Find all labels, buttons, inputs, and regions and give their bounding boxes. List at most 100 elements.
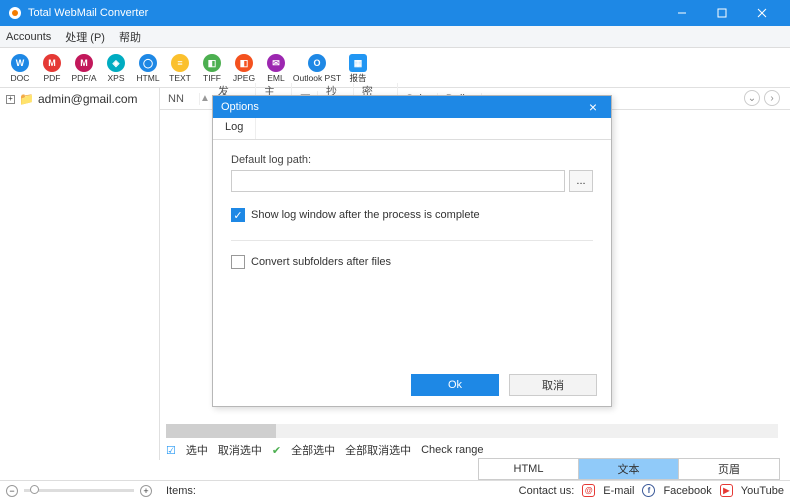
pdf-icon: M bbox=[43, 54, 61, 72]
checkrange-label[interactable]: Check range bbox=[421, 444, 483, 456]
outlookpst-icon: O bbox=[308, 54, 326, 72]
tool-tiff[interactable]: ◧TIFF bbox=[200, 54, 224, 83]
html-label: HTML bbox=[136, 73, 159, 83]
preview-tabs: HTML 文本 页眉 bbox=[478, 458, 780, 480]
eml-label: EML bbox=[267, 73, 284, 83]
maximize-button[interactable] bbox=[702, 0, 742, 26]
email-icon: @ bbox=[582, 484, 595, 497]
col-nn[interactable]: NN bbox=[160, 93, 200, 105]
check-all-icon: ✔ bbox=[272, 444, 281, 457]
tool-xps[interactable]: ◈XPS bbox=[104, 54, 128, 83]
horizontal-scrollbar[interactable] bbox=[166, 424, 778, 438]
zoom-minus-icon[interactable]: − bbox=[6, 485, 18, 497]
deselectall-label[interactable]: 全部取消选中 bbox=[345, 442, 411, 458]
dialog-body: Default log path: ... ✓ Show log window … bbox=[213, 140, 611, 301]
dialog-tab-log[interactable]: Log bbox=[213, 118, 256, 139]
eml-icon: ✉ bbox=[267, 54, 285, 72]
log-path-input[interactable] bbox=[231, 170, 565, 192]
show-log-label: Show log window after the process is com… bbox=[251, 209, 480, 221]
deselect-label[interactable]: 取消选中 bbox=[218, 442, 262, 458]
statusbar: − + Items: Contact us: @ E-mail f Facebo… bbox=[0, 480, 790, 500]
show-log-checkbox-row[interactable]: ✓ Show log window after the process is c… bbox=[231, 208, 593, 222]
youtube-link[interactable]: YouTube bbox=[741, 485, 784, 497]
convert-subfolders-row[interactable]: Convert subfolders after files bbox=[231, 255, 593, 269]
zoom-thumb[interactable] bbox=[30, 485, 39, 494]
facebook-icon: f bbox=[642, 484, 655, 497]
jpeg-label: JPEG bbox=[233, 73, 255, 83]
folder-icon: 📁 bbox=[19, 92, 34, 106]
dialog-titlebar: Options × bbox=[213, 96, 611, 118]
tool-pdf[interactable]: MPDF bbox=[40, 54, 64, 83]
doc-label: DOC bbox=[11, 73, 30, 83]
cancel-button[interactable]: 取消 bbox=[509, 374, 597, 396]
tree-account-label: admin@gmail.com bbox=[38, 92, 138, 106]
pdfa-label: PDF/A bbox=[71, 73, 96, 83]
facebook-link[interactable]: Facebook bbox=[663, 485, 711, 497]
app-icon bbox=[8, 6, 22, 20]
email-link[interactable]: E-mail bbox=[603, 485, 634, 497]
menu-help[interactable]: 帮助 bbox=[119, 29, 141, 45]
zoom-plus-icon[interactable]: + bbox=[140, 485, 152, 497]
options-dialog: Options × Log Default log path: ... ✓ Sh… bbox=[212, 95, 612, 407]
menu-process[interactable]: 处理 (P) bbox=[65, 29, 105, 45]
youtube-icon: ▶ bbox=[720, 484, 733, 497]
dialog-title: Options bbox=[221, 101, 259, 113]
dialog-close-button[interactable]: × bbox=[583, 99, 603, 115]
tool-jpeg[interactable]: ◧JPEG bbox=[232, 54, 256, 83]
ok-button[interactable]: Ok bbox=[411, 374, 499, 396]
close-button[interactable] bbox=[742, 0, 782, 26]
tiff-icon: ◧ bbox=[203, 54, 221, 72]
tree-account-row[interactable]: + 📁 admin@gmail.com bbox=[6, 92, 153, 106]
html-icon: ◯ bbox=[139, 54, 157, 72]
xps-label: XPS bbox=[107, 73, 124, 83]
app-title: Total WebMail Converter bbox=[28, 7, 662, 19]
tool-eml[interactable]: ✉EML bbox=[264, 54, 288, 83]
pdf-label: PDF bbox=[44, 73, 61, 83]
tab-header[interactable]: 页眉 bbox=[679, 459, 779, 479]
report-icon: ▦ bbox=[349, 54, 367, 72]
text-icon: ≡ bbox=[171, 54, 189, 72]
menu-accounts[interactable]: Accounts bbox=[6, 31, 51, 43]
titlebar: Total WebMail Converter bbox=[0, 0, 790, 26]
default-log-path-label: Default log path: bbox=[231, 154, 593, 166]
tool-doc[interactable]: WDOC bbox=[8, 54, 32, 83]
dialog-buttons: Ok 取消 bbox=[411, 374, 597, 396]
divider bbox=[231, 240, 593, 241]
menubar: Accounts 处理 (P) 帮助 bbox=[0, 26, 790, 48]
minimize-button[interactable] bbox=[662, 0, 702, 26]
tool-pdfa[interactable]: MPDF/A bbox=[72, 54, 96, 83]
tab-html[interactable]: HTML bbox=[479, 459, 579, 479]
zoom-slider[interactable] bbox=[24, 489, 134, 492]
jpeg-icon: ◧ bbox=[235, 54, 253, 72]
xps-icon: ◈ bbox=[107, 54, 125, 72]
tool-outlookpst[interactable]: OOutlook PST bbox=[296, 54, 338, 83]
nav-down-icon[interactable]: ⌄ bbox=[744, 90, 760, 106]
doc-icon: W bbox=[11, 54, 29, 72]
expand-icon[interactable]: + bbox=[6, 95, 15, 104]
convert-subfolders-label: Convert subfolders after files bbox=[251, 256, 391, 268]
scrollbar-thumb[interactable] bbox=[166, 424, 276, 438]
tiff-label: TIFF bbox=[203, 73, 221, 83]
check-icon: ☑ bbox=[166, 444, 176, 457]
selectall-label[interactable]: 全部选中 bbox=[291, 442, 335, 458]
browse-button[interactable]: ... bbox=[569, 170, 593, 192]
list-bottom bbox=[160, 422, 790, 440]
outlookpst-label: Outlook PST bbox=[293, 73, 341, 83]
nav-arrows: ⌄ › bbox=[744, 90, 780, 106]
tool-html[interactable]: ◯HTML bbox=[136, 54, 160, 83]
contact-row: Contact us: @ E-mail f Facebook ▶ YouTub… bbox=[519, 484, 784, 497]
tab-text[interactable]: 文本 bbox=[579, 459, 679, 479]
contact-label: Contact us: bbox=[519, 485, 575, 497]
convert-subfolders-checkbox[interactable] bbox=[231, 255, 245, 269]
tree-pane: + 📁 admin@gmail.com bbox=[0, 88, 160, 460]
text-label: TEXT bbox=[169, 73, 191, 83]
report-label: 报告 bbox=[349, 73, 366, 83]
tool-text[interactable]: ≡TEXT bbox=[168, 54, 192, 83]
select-label[interactable]: 选中 bbox=[186, 442, 208, 458]
nav-right-icon[interactable]: › bbox=[764, 90, 780, 106]
tool-report[interactable]: ▦报告 bbox=[346, 54, 370, 83]
show-log-checkbox[interactable]: ✓ bbox=[231, 208, 245, 222]
pdfa-icon: M bbox=[75, 54, 93, 72]
items-label: Items: bbox=[166, 485, 196, 497]
sort-icon: ▲ bbox=[200, 93, 210, 104]
